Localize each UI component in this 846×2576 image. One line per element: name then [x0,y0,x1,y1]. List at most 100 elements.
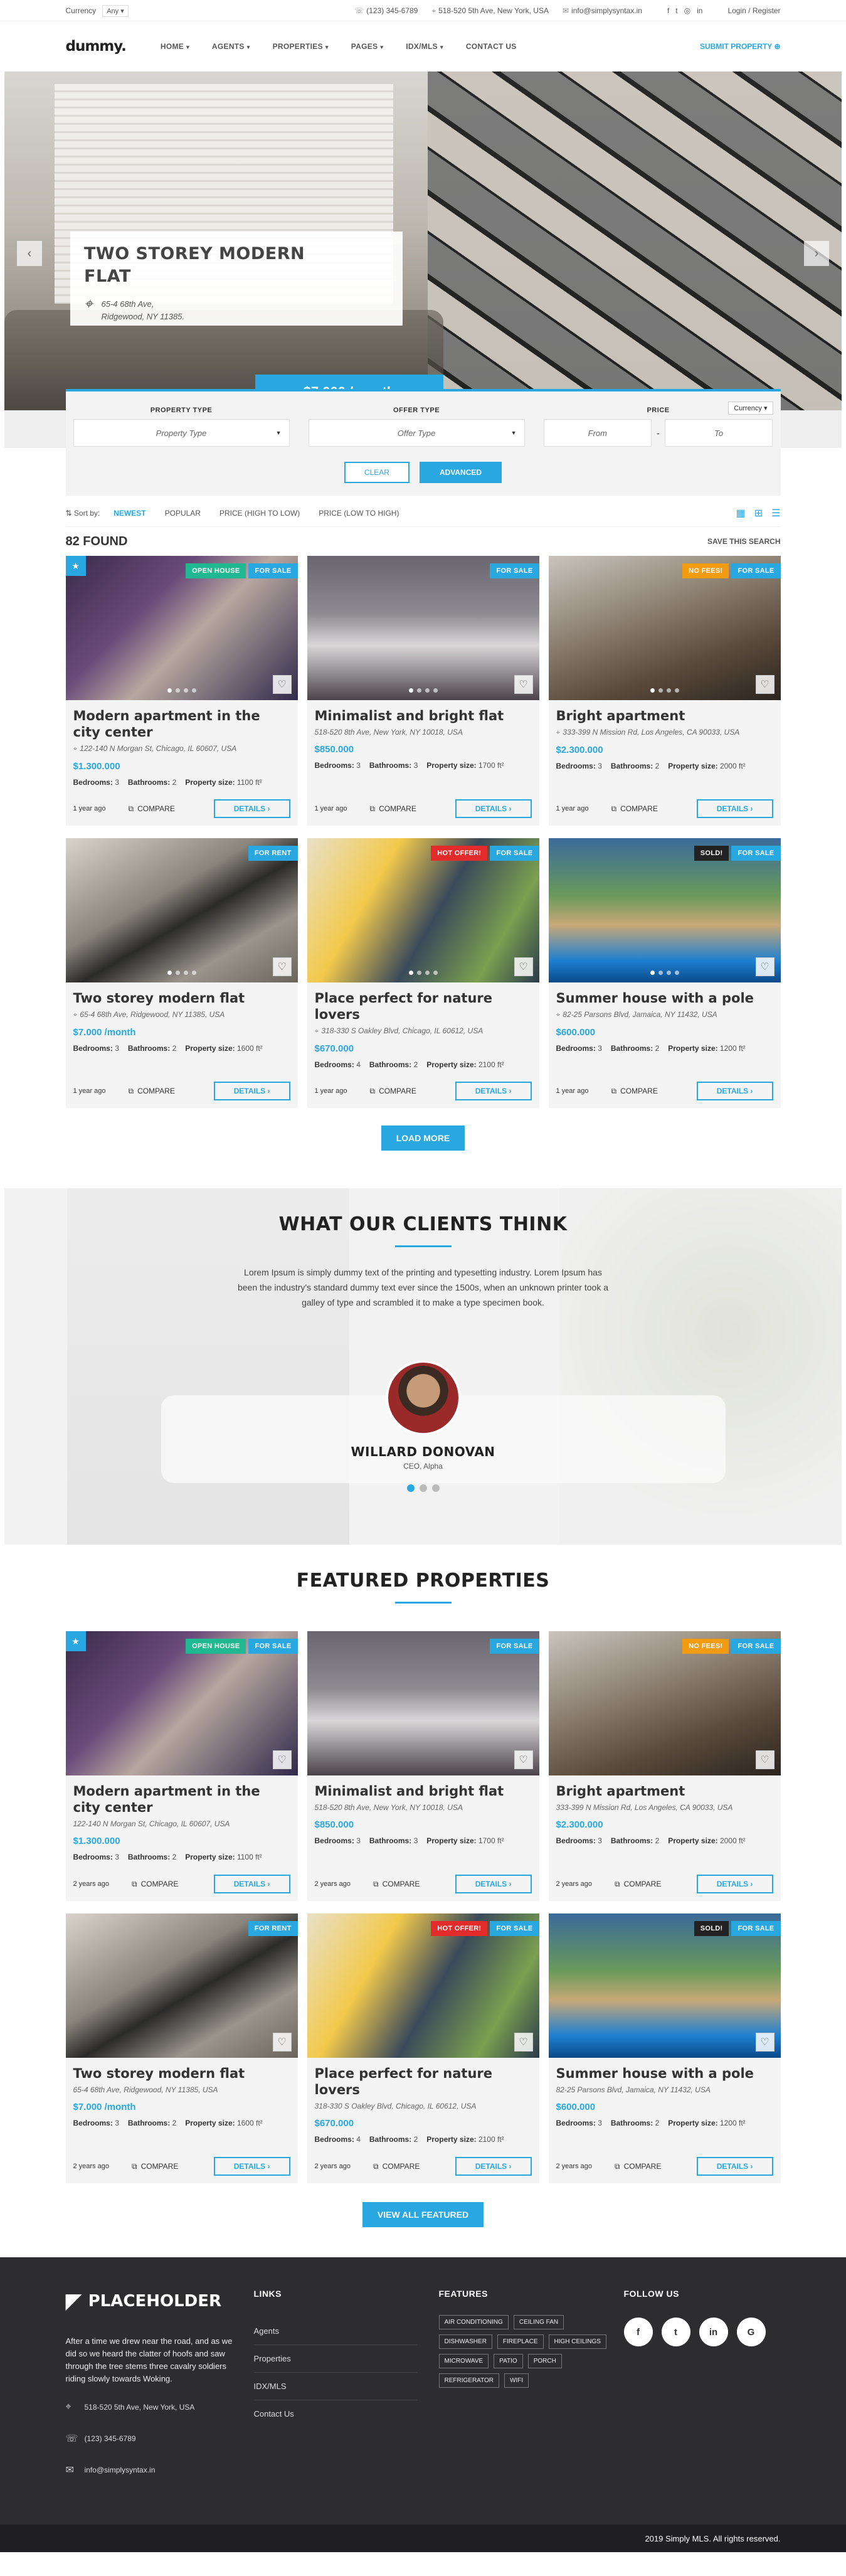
facebook-icon[interactable]: f [623,2318,653,2346]
favorite-heart-icon[interactable]: ♡ [514,957,533,976]
property-card[interactable]: HOT OFFER! FOR SALE ♡ Place perfect for n… [307,838,539,1108]
property-title[interactable]: Place perfect for nature lovers [315,2065,532,2098]
compare-button[interactable]: ⧉ COMPARE [128,804,174,814]
compare-button[interactable]: ⧉ COMPARE [369,1087,416,1096]
feature-tag[interactable]: WIFI [504,2373,529,2388]
property-card[interactable]: FOR SALE ♡ Minimalist and bright flat 51… [307,556,539,826]
twitter-icon[interactable]: t [661,2318,690,2346]
property-image[interactable]: HOT OFFER! FOR SALE ♡ [307,838,539,982]
linkedin-icon[interactable]: in [697,6,702,15]
footer-email[interactable]: ✉ info@simplysyntax.in [66,2461,254,2479]
property-card[interactable]: FOR RENT ♡ Two storey modern flat 65-4 6… [65,1913,298,2183]
property-image[interactable]: ★ OPEN HOUSE FOR SALE ♡ [65,1631,298,1775]
details-button[interactable]: DETAILS › [213,1082,290,1100]
details-button[interactable]: DETAILS › [213,2157,290,2176]
property-card[interactable]: SOLD! FOR SALE ♡ Summer house with a pole… [548,838,781,1108]
property-title[interactable]: Minimalist and bright flat [315,1783,532,1799]
property-card[interactable]: HOT OFFER! FOR SALE ♡ Place perfect for n… [307,1913,539,2183]
property-image[interactable]: FOR SALE ♡ [307,556,539,700]
property-image[interactable]: SOLD! FOR SALE ♡ [548,838,781,982]
feature-tag[interactable]: FIREPLACE [497,2334,544,2349]
details-button[interactable]: DETAILS › [696,1082,773,1100]
footer-phone[interactable]: ☏ (123) 345-6789 [66,2429,254,2448]
feature-tag[interactable]: MICROWAVE [438,2354,489,2368]
nav-item-agents[interactable]: AGENTS ▾ [212,42,250,51]
compare-button[interactable]: ⧉ COMPARE [611,1087,657,1096]
testimonial-dot[interactable] [406,1484,415,1492]
favorite-heart-icon[interactable]: ♡ [755,957,775,976]
topbar-phone[interactable]: ☏ (123) 345-6789 [354,6,418,15]
property-title[interactable]: Modern apartment in the city center [73,708,290,740]
property-title[interactable]: Two storey modern flat [73,2065,290,2082]
sort-newest[interactable]: NEWEST [114,509,145,518]
compare-button[interactable]: ⧉ COMPARE [369,804,416,814]
price-to-input[interactable]: To [664,419,773,447]
nav-item-properties[interactable]: PROPERTIES ▾ [273,42,329,51]
property-title[interactable]: Minimalist and bright flat [315,708,532,724]
feature-tag[interactable]: PORCH [527,2354,562,2368]
details-button[interactable]: DETAILS › [696,799,773,818]
property-image[interactable]: FOR SALE ♡ [307,1631,539,1775]
property-title[interactable]: Bright apartment [556,1783,773,1799]
property-title[interactable]: Bright apartment [556,708,773,724]
clear-button[interactable]: CLEAR [344,462,410,483]
testimonial-dot[interactable] [419,1484,427,1492]
property-card[interactable]: FOR RENT ♡ Two storey modern flat ⌖ 65-4 … [65,838,298,1108]
details-button[interactable]: DETAILS › [455,1875,532,1893]
details-button[interactable]: DETAILS › [213,799,290,818]
details-button[interactable]: DETAILS › [455,799,532,818]
hero-prev-arrow[interactable]: ‹ [17,241,42,266]
compare-button[interactable]: ⧉ COMPARE [132,2162,178,2171]
property-title[interactable]: Summer house with a pole [556,990,773,1006]
topbar-email[interactable]: ✉ info@simplysyntax.in [563,6,642,15]
details-button[interactable]: DETAILS › [455,1082,532,1100]
testimonial-dot[interactable] [431,1484,440,1492]
favorite-heart-icon[interactable]: ♡ [272,957,292,976]
footer-link-agents[interactable]: Agents [253,2318,417,2345]
sort-price-low-high[interactable]: PRICE (LOW TO HIGH) [319,509,399,518]
hero-title[interactable]: TWO STOREY MODERN FLAT [84,243,322,288]
submit-property-link[interactable]: SUBMIT PROPERTY ⊕ [700,42,781,51]
property-image[interactable]: NO FEES! FOR SALE ♡ [548,556,781,700]
currency-select[interactable]: Currency ▾ [728,402,773,415]
property-title[interactable]: Place perfect for nature lovers [315,990,532,1023]
sort-price-high-low[interactable]: PRICE (HIGH TO LOW) [219,509,300,518]
footer-link-contact[interactable]: Contact Us [254,2400,417,2427]
login-register-link[interactable]: Login / Register [727,6,780,15]
compare-button[interactable]: ⧉ COMPARE [132,1880,178,1889]
feature-tag[interactable]: CEILING FAN [513,2315,564,2329]
offer-type-select[interactable]: Offer Type ▼ [308,419,525,447]
view-all-featured-button[interactable]: VIEW ALL FEATURED [362,2202,484,2227]
compare-button[interactable]: ⧉ COMPARE [611,804,657,814]
property-image[interactable]: SOLD! FOR SALE ♡ [548,1913,781,2058]
footer-link-properties[interactable]: Properties [253,2345,417,2373]
property-image[interactable]: FOR RENT ♡ [65,838,298,982]
feature-tag[interactable]: HIGH CEILINGS [548,2334,606,2349]
property-card[interactable]: SOLD! FOR SALE ♡ Summer house with a pole… [548,1913,781,2183]
property-title[interactable]: Modern apartment in the city center [73,1783,290,1816]
linkedin-icon[interactable]: in [699,2318,728,2346]
favorite-heart-icon[interactable]: ♡ [514,2033,533,2052]
list-view-icon[interactable]: ☰ [771,507,780,519]
details-button[interactable]: DETAILS › [696,1875,773,1893]
feature-tag[interactable]: REFRIGERATOR [438,2373,500,2388]
grid-view-icon[interactable]: ▦ [736,507,746,519]
advanced-button[interactable]: ADVANCED [419,462,502,483]
nav-item-contact[interactable]: CONTACT US [466,42,517,51]
property-image[interactable]: FOR RENT ♡ [65,1913,298,2058]
nav-item-idx-mls[interactable]: IDX/MLS ▾ [406,42,443,51]
property-image[interactable]: HOT OFFER! FOR SALE ♡ [307,1913,539,2058]
site-logo[interactable]: dummy. [66,38,127,55]
compare-button[interactable]: ⧉ COMPARE [615,2162,661,2171]
property-title[interactable]: Summer house with a pole [556,2065,773,2082]
favorite-heart-icon[interactable]: ♡ [755,1750,775,1769]
instagram-icon[interactable]: ◎ [684,6,690,15]
details-button[interactable]: DETAILS › [455,2157,532,2176]
property-card[interactable]: NO FEES! FOR SALE ♡ Bright apartment 333-… [548,1631,781,1901]
large-grid-view-icon[interactable]: ⊞ [754,507,763,519]
load-more-button[interactable]: LOAD MORE [381,1126,465,1151]
property-card[interactable]: ★ OPEN HOUSE FOR SALE ♡ Modern apartment … [65,1631,298,1901]
footer-link-idx-mls[interactable]: IDX/MLS [253,2373,417,2400]
save-search-link[interactable]: SAVE THIS SEARCH [707,537,780,546]
facebook-icon[interactable]: f [667,6,669,15]
